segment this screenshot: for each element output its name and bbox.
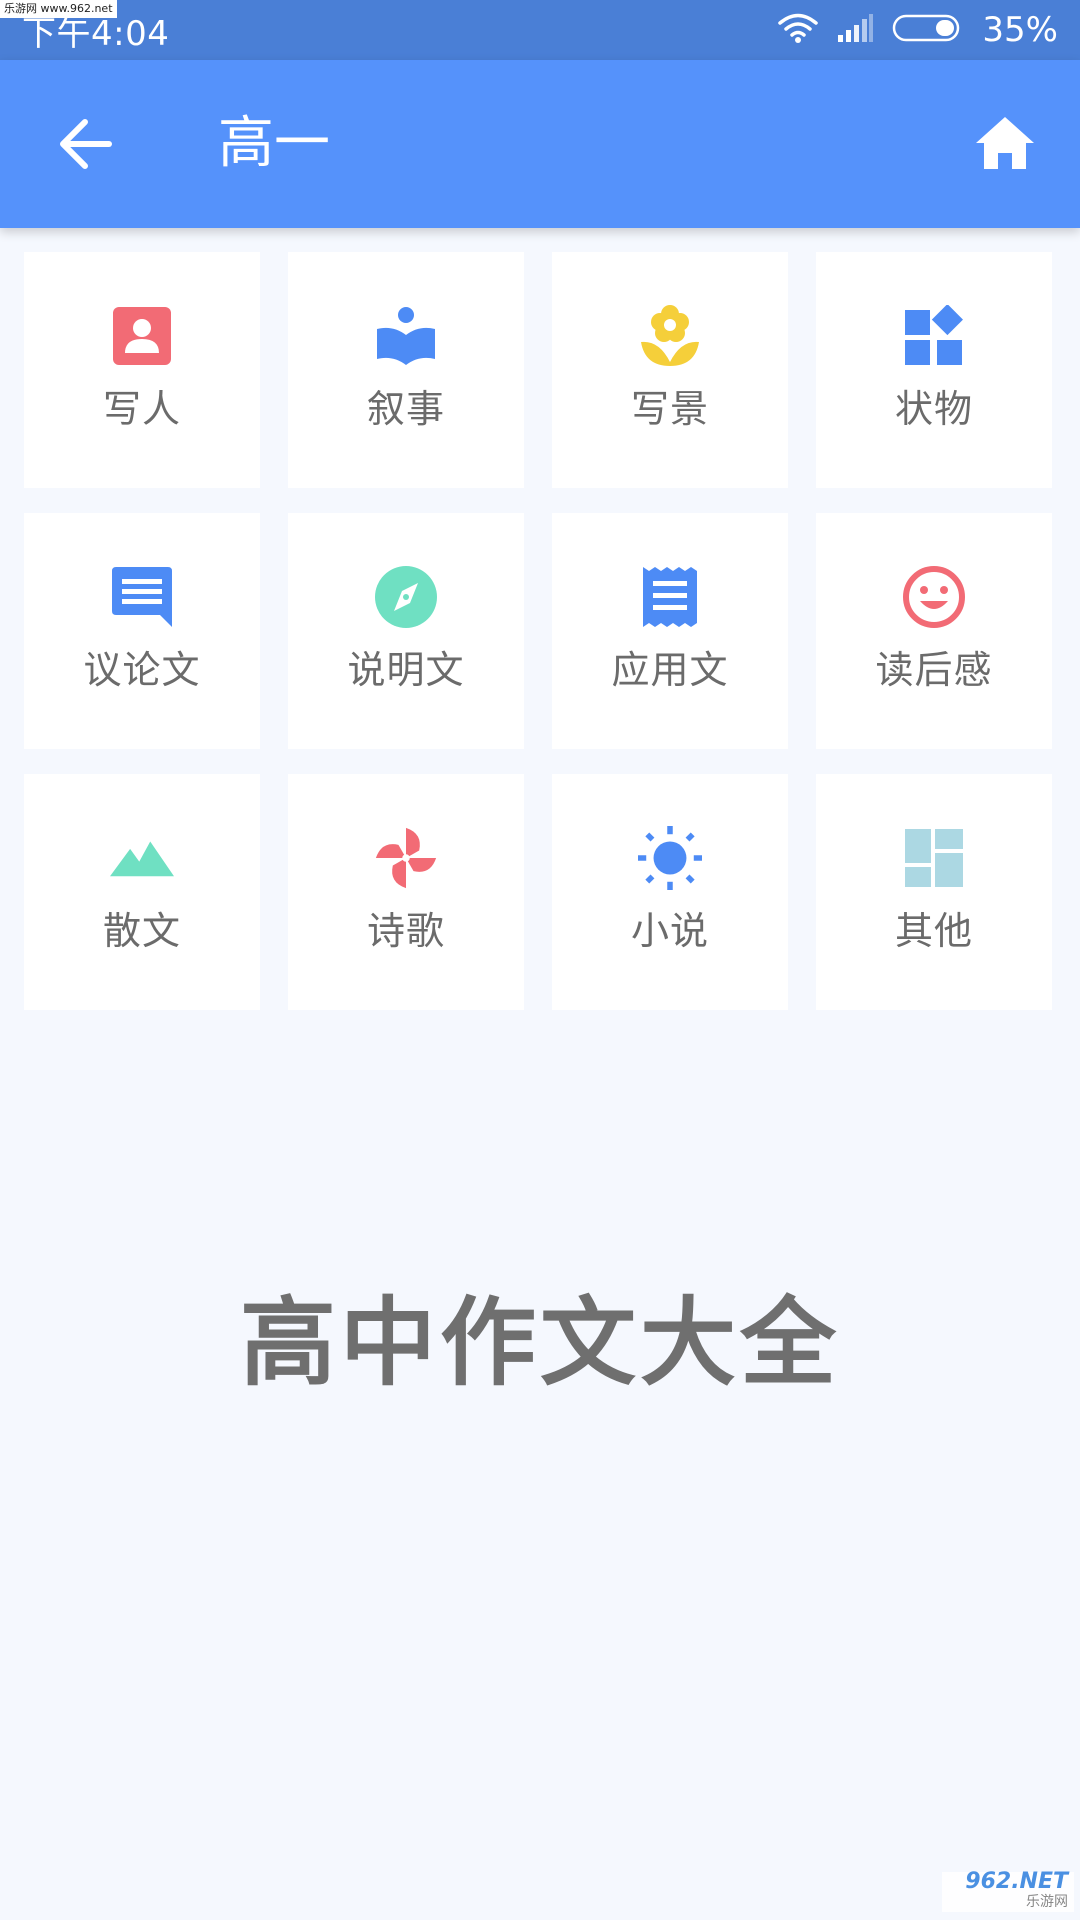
mountain-icon xyxy=(110,826,174,890)
watermark-bottom: 962.NET 乐游网 xyxy=(942,1869,1074,1912)
pinwheel-icon xyxy=(374,826,438,890)
comment-icon xyxy=(110,565,174,629)
shapes-icon xyxy=(902,304,966,368)
category-tile-zhuangwu[interactable]: 状物 xyxy=(816,252,1052,488)
watermark-main: 962.NET xyxy=(965,1869,1068,1894)
category-label: 状物 xyxy=(894,387,973,431)
status-bar: 下午4:04 35% xyxy=(0,0,1080,60)
home-icon xyxy=(976,117,1034,169)
app-bar: 高一 xyxy=(0,60,1080,228)
category-label: 说明文 xyxy=(347,648,465,692)
sun-icon xyxy=(638,826,702,890)
receipt-icon xyxy=(638,565,702,629)
page-title: 高一 xyxy=(218,111,330,176)
category-label: 写人 xyxy=(102,387,181,431)
reading-book-icon xyxy=(374,304,438,368)
watermark-sub: 乐游网 xyxy=(1026,1894,1068,1910)
wifi-icon xyxy=(778,12,819,48)
arrow-left-icon xyxy=(60,119,112,169)
category-label: 叙事 xyxy=(366,387,445,431)
smiley-icon xyxy=(902,565,966,629)
category-label: 写景 xyxy=(630,387,709,431)
status-icons: 35% xyxy=(778,10,1058,50)
back-button[interactable] xyxy=(50,114,120,174)
category-tile-xiejing[interactable]: 写景 xyxy=(552,252,788,488)
category-tile-duhougan[interactable]: 读后感 xyxy=(816,513,1052,749)
home-button[interactable] xyxy=(970,110,1040,176)
category-tile-shige[interactable]: 诗歌 xyxy=(288,774,524,1010)
category-tile-yilunwen[interactable]: 议论文 xyxy=(24,513,260,749)
category-tile-xiaoshuo[interactable]: 小说 xyxy=(552,774,788,1010)
category-tile-shuomingwen[interactable]: 说明文 xyxy=(288,513,524,749)
category-grid: 写人 叙事 写景 状物 议论文 说明文 应用文 读后感 散文 诗歌 小说 其他 xyxy=(24,252,1056,1010)
category-tile-xushi[interactable]: 叙事 xyxy=(288,252,524,488)
compass-icon xyxy=(374,565,438,629)
category-label: 诗歌 xyxy=(366,909,445,953)
dashboard-icon xyxy=(902,826,966,890)
signal-icon xyxy=(836,13,874,47)
category-tile-sanwen[interactable]: 散文 xyxy=(24,774,260,1010)
category-tile-yingyongwen[interactable]: 应用文 xyxy=(552,513,788,749)
category-tile-qita[interactable]: 其他 xyxy=(816,774,1052,1010)
category-label: 其他 xyxy=(894,909,973,953)
flower-icon xyxy=(638,304,702,368)
app-name-banner: 高中作文大全 xyxy=(240,1287,840,1399)
category-label: 读后感 xyxy=(875,648,993,692)
category-tile-xieren[interactable]: 写人 xyxy=(24,252,260,488)
category-label: 议论文 xyxy=(83,648,201,692)
category-label: 应用文 xyxy=(611,648,729,692)
watermark-top: 乐游网 www.962.net xyxy=(0,0,117,18)
category-label: 小说 xyxy=(630,909,709,953)
category-label: 散文 xyxy=(102,909,181,953)
battery-percent: 35% xyxy=(982,10,1058,50)
person-card-icon xyxy=(110,304,174,368)
battery-icon xyxy=(892,13,964,47)
